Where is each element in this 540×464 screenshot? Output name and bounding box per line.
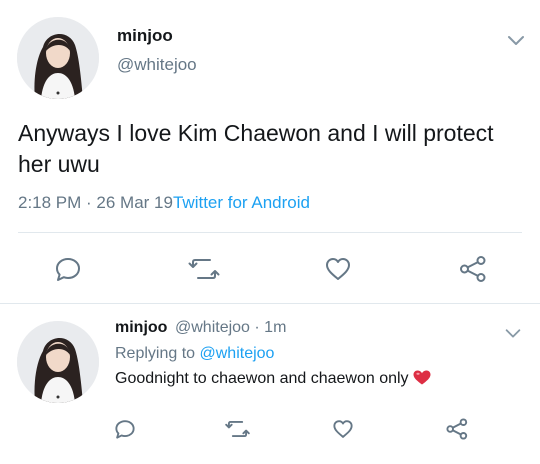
reply-display-name[interactable]: minjoo <box>115 319 167 337</box>
retweet-icon[interactable] <box>188 255 220 283</box>
user-handle[interactable]: @whitejoo <box>117 55 197 75</box>
chevron-down-icon[interactable] <box>505 29 527 51</box>
reply-avatar[interactable] <box>17 321 99 403</box>
like-icon[interactable] <box>324 255 352 283</box>
main-avatar[interactable] <box>17 17 99 99</box>
reply-icon[interactable] <box>114 418 136 440</box>
reply-user-handle[interactable]: @whitejoo <box>175 319 250 336</box>
share-icon[interactable] <box>445 417 469 441</box>
tweet-timestamp: 2:18 PM · 26 Mar 19 <box>18 193 173 212</box>
replying-to: Replying to @whitejoo <box>115 345 274 363</box>
replying-to-link[interactable]: @whitejoo <box>200 345 275 362</box>
retweet-icon[interactable] <box>225 418 250 440</box>
section-divider <box>0 303 540 304</box>
profile-photo <box>17 17 99 99</box>
red-heart-emoji <box>413 370 431 385</box>
reply-text-row: Goodnight to chaewon and chaewon only <box>115 370 431 388</box>
divider <box>18 232 522 233</box>
tweet-text: Anyways I love Kim Chaewon and I will pr… <box>18 120 494 177</box>
reply-handle-time: @whitejoo · 1m <box>175 319 287 336</box>
reply-text: Goodnight to chaewon and chaewon only <box>115 370 409 387</box>
tweet-source-link[interactable]: Twitter for Android <box>173 193 310 212</box>
display-name[interactable]: minjoo <box>117 26 173 46</box>
like-icon[interactable] <box>332 418 354 440</box>
chevron-down-icon[interactable] <box>503 323 525 345</box>
profile-photo <box>17 321 99 403</box>
reply-relative-time: 1m <box>264 319 287 336</box>
tweet-meta: 2:18 PM · 26 Mar 19Twitter for Android <box>18 193 310 213</box>
reply-icon[interactable] <box>54 255 82 283</box>
replying-prefix: Replying to <box>115 345 196 362</box>
share-icon[interactable] <box>458 254 488 284</box>
